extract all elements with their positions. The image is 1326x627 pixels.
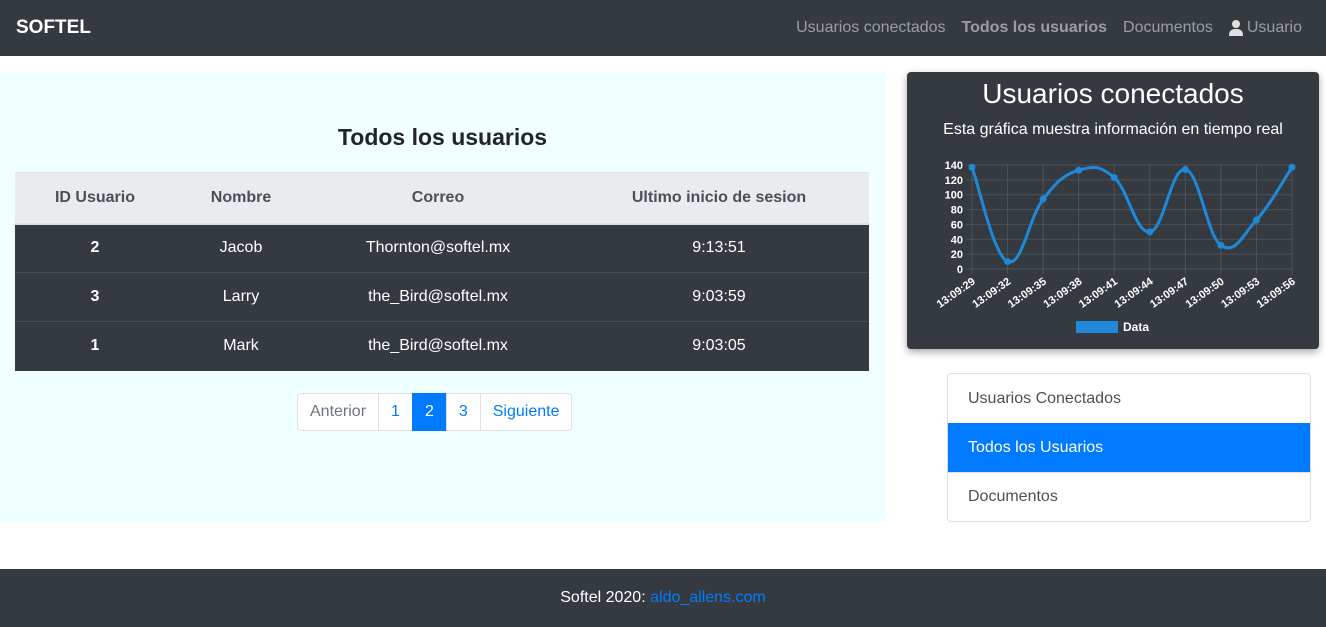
cell-id: 2	[15, 223, 175, 273]
cell-correo: the_Bird@softel.mx	[307, 272, 569, 322]
x-tick-label: 13:09:44	[1113, 275, 1157, 311]
table-header-row: ID Usuario Nombre Correo Ultimo inicio d…	[15, 172, 869, 225]
y-tick-label: 120	[945, 175, 963, 187]
pagination-next-button[interactable]: Siguiente	[479, 393, 573, 431]
legend-swatch	[1076, 321, 1118, 333]
cell-correo: the_Bird@softel.mx	[307, 321, 569, 371]
pagination: Anterior 1 2 3 Siguiente	[297, 393, 573, 431]
cell-correo: Thornton@softel.mx	[307, 223, 569, 273]
data-point	[1146, 228, 1154, 236]
cell-ultimo-inicio: 9:03:05	[569, 321, 869, 371]
page-title: Todos los usuarios	[337, 124, 548, 150]
y-tick-label: 40	[951, 234, 963, 246]
cell-ultimo-inicio: 9:13:51	[569, 223, 869, 273]
pagination-page-2[interactable]: 2	[411, 393, 447, 431]
main-content: Todos los usuarios ID Usuario Nombre Cor…	[0, 72, 885, 522]
column-header-nombre[interactable]: Nombre	[175, 172, 307, 225]
nav-link-usuarios-conectados[interactable]: Usuarios conectados	[796, 19, 945, 37]
footer-text: Softel 2020:	[560, 589, 646, 606]
x-tick-label: 13:09:38	[1041, 276, 1084, 311]
user-label: Usuario	[1246, 19, 1302, 36]
sidebar-list: Usuarios Conectados Todos los Usuarios D…	[947, 373, 1311, 522]
x-tick-label: 13:09:50	[1184, 276, 1227, 311]
chart-card: Usuarios conectados Esta gráfica muestra…	[907, 72, 1319, 349]
pagination-page-3[interactable]: 3	[445, 393, 481, 431]
cell-id: 3	[15, 272, 175, 322]
footer-link[interactable]: aldo_allens.com	[650, 589, 766, 606]
cell-nombre: Jacob	[175, 223, 307, 273]
sidebar-item-documentos[interactable]: Documentos	[948, 472, 1310, 521]
sidebar-item-todos-los-usuarios[interactable]: Todos los Usuarios	[948, 423, 1310, 472]
y-tick-label: 140	[945, 160, 963, 172]
column-header-correo[interactable]: Correo	[307, 172, 569, 225]
footer: Softel 2020: aldo_allens.com	[0, 569, 1326, 627]
pagination-prev-button[interactable]: Anterior	[297, 393, 380, 431]
pagination-page-1[interactable]: 1	[378, 393, 413, 431]
data-point	[1039, 195, 1047, 203]
x-tick-label: 13:09:32	[970, 276, 1013, 311]
sidebar-item-usuarios-conectados[interactable]: Usuarios Conectados	[948, 374, 1310, 423]
cell-nombre: Mark	[175, 321, 307, 371]
brand-logo[interactable]: SOFTEL	[16, 17, 91, 39]
data-point	[1217, 241, 1225, 249]
y-tick-label: 100	[945, 190, 963, 202]
legend-label: Data	[1123, 320, 1149, 334]
data-point	[1110, 174, 1118, 182]
x-tick-label: 13:09:41	[1077, 276, 1120, 311]
y-tick-label: 80	[951, 205, 963, 217]
cell-nombre: Larry	[175, 272, 307, 322]
table-row[interactable]: 1 Mark the_Bird@softel.mx 9:03:05	[15, 321, 869, 371]
column-header-ultimo-inicio[interactable]: Ultimo inicio de sesion	[569, 172, 869, 225]
nav-link-usuario[interactable]: Usuario	[1228, 19, 1302, 37]
navbar: SOFTEL Usuarios conectados Todos los usu…	[0, 0, 1326, 56]
x-tick-label: 13:09:47	[1148, 276, 1191, 311]
data-point	[1252, 216, 1260, 224]
x-tick-label: 13:09:56	[1255, 276, 1298, 311]
nav-links: Usuarios conectados Todos los usuarios D…	[796, 0, 1302, 56]
column-header-id[interactable]: ID Usuario	[15, 172, 175, 225]
nav-link-documentos[interactable]: Documentos	[1123, 19, 1213, 37]
series-line-data	[970, 165, 1294, 264]
user-icon	[1228, 20, 1243, 36]
data-point	[1181, 165, 1189, 173]
cell-ultimo-inicio: 9:03:59	[569, 272, 869, 322]
y-tick-label: 60	[951, 219, 963, 231]
data-point	[1288, 163, 1296, 171]
line-chart[interactable]: 02040608010012014013:09:2913:09:3213:09:…	[907, 72, 1319, 349]
table-row[interactable]: 2 Jacob Thornton@softel.mx 9:13:51	[15, 223, 869, 273]
nav-link-todos-los-usuarios[interactable]: Todos los usuarios	[962, 19, 1108, 37]
table-row[interactable]: 3 Larry the_Bird@softel.mx 9:03:59	[15, 272, 869, 322]
data-point	[968, 163, 976, 171]
x-tick-label: 13:09:53	[1219, 276, 1262, 311]
y-tick-label: 0	[957, 264, 963, 276]
users-table: ID Usuario Nombre Correo Ultimo inicio d…	[15, 172, 869, 371]
y-tick-label: 20	[951, 249, 963, 261]
x-tick-label: 13:09:29	[935, 276, 978, 311]
data-point	[1004, 258, 1012, 266]
data-point	[1075, 166, 1083, 174]
x-tick-label: 13:09:35	[1006, 276, 1049, 311]
cell-id: 1	[15, 321, 175, 371]
